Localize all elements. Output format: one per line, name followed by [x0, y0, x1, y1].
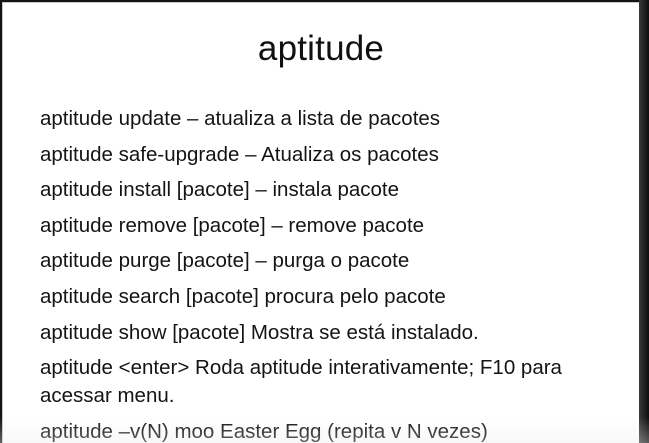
bullet-item-purge: aptitude purge [pacote] – purga o pacote	[40, 249, 410, 273]
bullet-item-safe-upgrade: aptitude safe-upgrade – Atualiza os paco…	[40, 142, 439, 166]
bullet-item-remove: aptitude remove [pacote] – remove pacote	[40, 213, 425, 237]
bullet-item-search: aptitude search [pacote] procura pelo pa…	[40, 284, 446, 308]
bullet-list: aptitude update – atualiza a lista de pa…	[40, 105, 625, 443]
bullet-item-interactive: aptitude <enter> Roda aptitude interativ…	[40, 356, 562, 408]
video-frame: aptitude aptitude update – atualiza a li…	[0, 0, 649, 443]
bullet-item-update: aptitude update – atualiza a lista de pa…	[40, 107, 441, 130]
right-edge-shadow	[639, 0, 649, 443]
presentation-slide: aptitude aptitude update – atualiza a li…	[3, 3, 639, 443]
slide-title: aptitude	[257, 29, 385, 68]
bullet-item-show: aptitude show [pacote] Mostra se está in…	[40, 320, 479, 344]
bullet-item-install: aptitude install [pacote] – instala paco…	[40, 178, 399, 202]
bullet-item-easter-egg: aptitude –v(N) moo Easter Egg (repita v …	[40, 419, 488, 443]
